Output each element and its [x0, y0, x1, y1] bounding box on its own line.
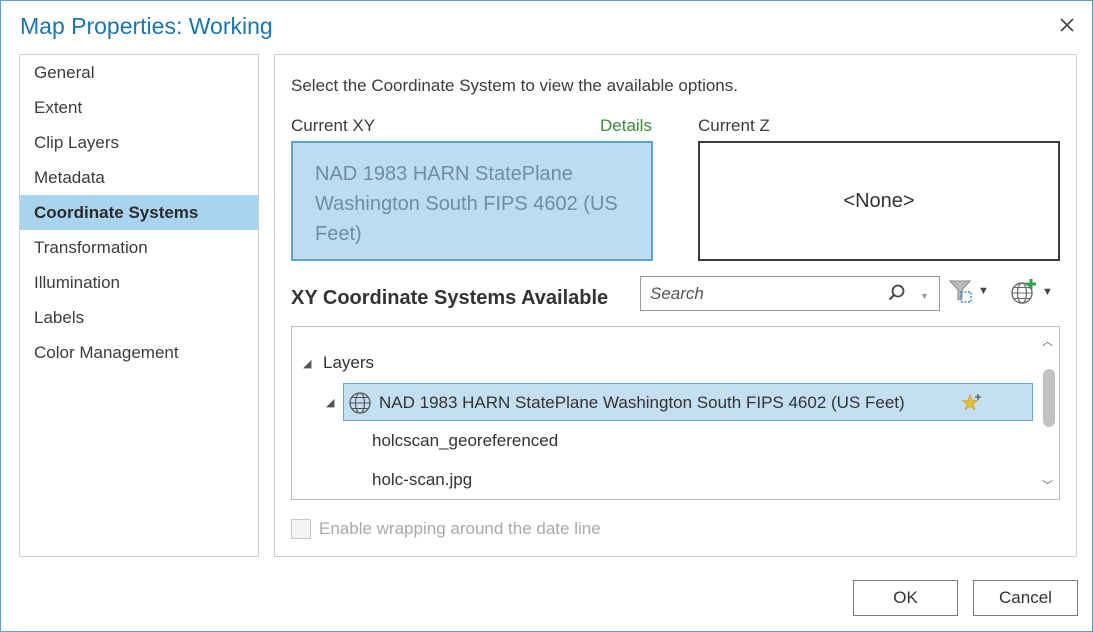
coordinate-system-tree[interactable]: ◢ Layers NAD 1983 HARN StatePlane Washin…: [291, 326, 1060, 500]
current-z-value: <None>: [843, 189, 915, 212]
current-xy-value: NAD 1983 HARN StatePlane Washington Sout…: [315, 163, 618, 245]
tree-row-selected[interactable]: NAD 1983 HARN StatePlane Washington Sout…: [343, 383, 1033, 421]
globe-icon: [349, 392, 371, 414]
close-icon: [1060, 18, 1074, 32]
available-heading: XY Coordinate Systems Available: [291, 287, 609, 309]
sidebar: General Extent Clip Layers Metadata Coor…: [19, 54, 259, 557]
wrap-date-line-label: Enable wrapping around the date line: [319, 519, 601, 538]
cancel-button[interactable]: Cancel: [973, 580, 1078, 616]
search-icon[interactable]: [887, 283, 907, 308]
sidebar-item-color-management[interactable]: Color Management: [20, 335, 258, 370]
sidebar-item-labels[interactable]: Labels: [20, 300, 258, 335]
map-properties-dialog: Map Properties: Working General Extent C…: [0, 0, 1093, 632]
sidebar-item-coordinate-systems[interactable]: Coordinate Systems: [20, 195, 258, 230]
search-options-chevron-icon[interactable]: ▼: [920, 291, 929, 301]
add-chevron-down-icon: ▼: [1042, 286, 1053, 298]
sidebar-item-transformation[interactable]: Transformation: [20, 230, 258, 265]
expand-triangle-icon[interactable]: ◢: [303, 357, 311, 370]
filter-icon: [948, 280, 972, 303]
scroll-down-icon[interactable]: ﹀: [1042, 477, 1053, 493]
dialog-title: Map Properties: Working: [20, 13, 273, 39]
wrap-date-line-checkbox[interactable]: [291, 519, 311, 539]
filter-chevron-down-icon: ▼: [978, 285, 989, 297]
instruction-text: Select the Coordinate System to view the…: [291, 76, 738, 95]
tree-item-holc-scan-jpg[interactable]: holc-scan.jpg: [372, 470, 472, 490]
globe-add-icon: [1011, 279, 1036, 304]
coordinate-systems-panel: Select the Coordinate System to view the…: [274, 54, 1077, 557]
current-z-label: Current Z: [698, 116, 770, 135]
tree-group-layers[interactable]: Layers: [323, 353, 374, 373]
sidebar-item-clip-layers[interactable]: Clip Layers: [20, 125, 258, 160]
current-xy-box[interactable]: NAD 1983 HARN StatePlane Washington Sout…: [291, 141, 653, 261]
current-z-box[interactable]: <None>: [698, 141, 1060, 261]
sidebar-item-illumination[interactable]: Illumination: [20, 265, 258, 300]
scrollbar-thumb[interactable]: [1043, 369, 1055, 427]
close-button[interactable]: [1053, 11, 1081, 39]
scroll-up-icon[interactable]: ︿: [1042, 333, 1053, 349]
tree-selected-label: NAD 1983 HARN StatePlane Washington Sout…: [379, 393, 905, 412]
details-link[interactable]: Details: [600, 116, 652, 136]
sidebar-item-metadata[interactable]: Metadata: [20, 160, 258, 195]
current-xy-label: Current XY: [291, 116, 376, 135]
filter-button[interactable]: ▼: [948, 278, 989, 304]
tree-scrollbar[interactable]: ︿ ﹀: [1038, 327, 1059, 499]
tree-item-holcscan-georeferenced[interactable]: holcscan_georeferenced: [372, 431, 558, 451]
star-add-icon[interactable]: [962, 393, 982, 413]
ok-button[interactable]: OK: [853, 580, 958, 616]
sidebar-item-general[interactable]: General: [20, 55, 258, 90]
sidebar-item-extent[interactable]: Extent: [20, 90, 258, 125]
expand-triangle-icon[interactable]: ◢: [326, 396, 334, 409]
add-coordinate-system-button[interactable]: ▼: [1010, 278, 1053, 306]
